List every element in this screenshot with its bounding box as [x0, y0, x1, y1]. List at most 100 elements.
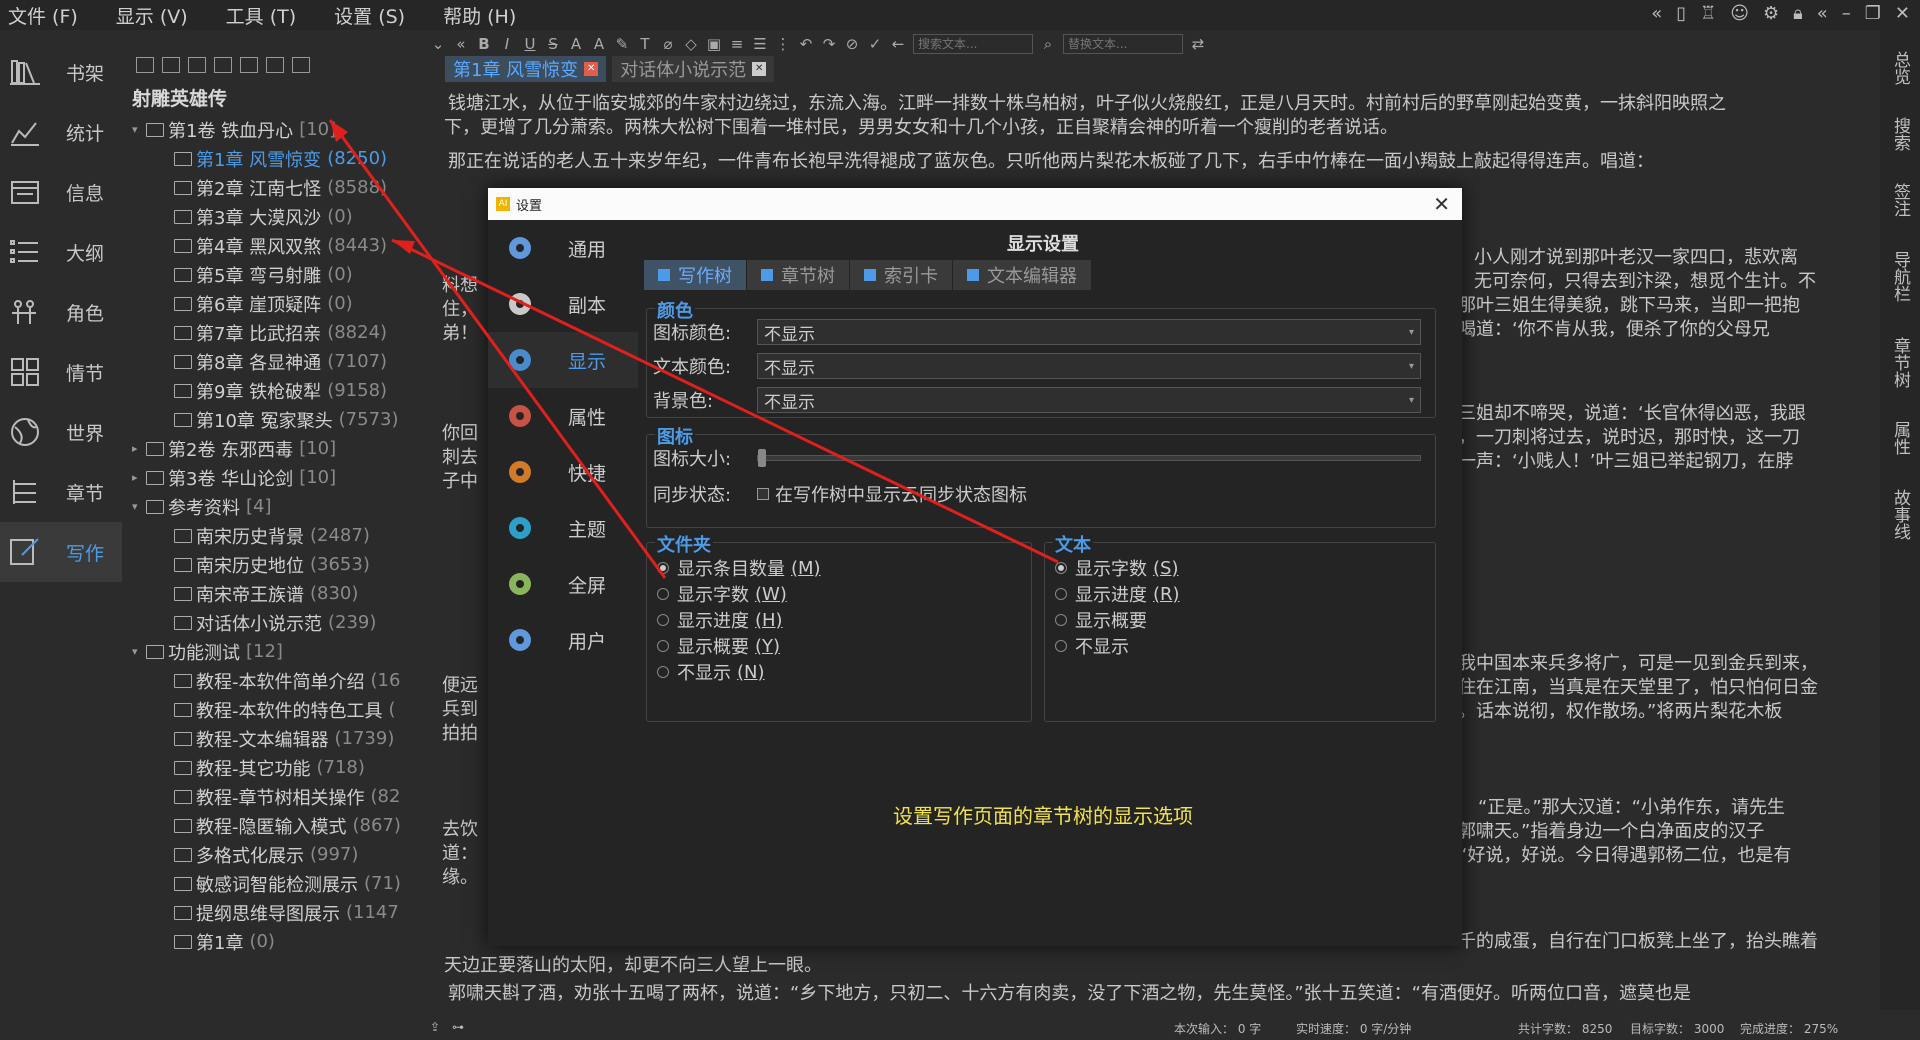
copy-icon[interactable] — [188, 57, 206, 73]
indent-icon[interactable]: ☰ — [752, 35, 768, 53]
bg-color-select[interactable]: 不显示 ▾ — [757, 387, 1421, 413]
settings-nav-3[interactable]: 属性 — [488, 388, 638, 444]
tree-folder[interactable]: ▾ 参考资料 [4] — [128, 492, 418, 521]
settings-tab-2[interactable]: 索引卡 — [850, 260, 953, 290]
radio-dot[interactable] — [1055, 588, 1067, 600]
radio-option[interactable]: 不显示 (N) — [657, 659, 765, 685]
underline-icon[interactable]: U — [522, 35, 538, 53]
radio-option[interactable]: 显示条目数量 (M) — [657, 555, 821, 581]
eye-off-icon[interactable]: ⊘ — [844, 35, 860, 53]
phone-icon[interactable]: ▯ — [1676, 3, 1686, 24]
tree-doc[interactable]: 第7章 比武招亲 (8824) — [128, 318, 418, 347]
radio-option[interactable]: 显示概要 — [1055, 607, 1153, 633]
search-icon[interactable]: ⌕ — [1040, 35, 1056, 53]
user-icon[interactable]: ☺ — [1730, 3, 1749, 24]
right-panel-3[interactable]: 导航栏 — [1880, 238, 1920, 314]
shirt-icon[interactable]: ♖ — [1700, 3, 1716, 24]
tree-doc[interactable]: 教程-文本编辑器 (1739) — [128, 724, 418, 753]
settings-tab-3[interactable]: 文本编辑器 — [953, 260, 1092, 290]
clear-format-icon[interactable]: T — [637, 35, 653, 53]
nav-item-2[interactable]: 信息 — [0, 162, 122, 222]
icon-size-slider[interactable] — [757, 449, 1421, 467]
radio-dot[interactable] — [657, 614, 669, 626]
nav-item-1[interactable]: 统计 — [0, 102, 122, 162]
double-chevron-left-icon[interactable]: « — [453, 35, 469, 53]
tree-folder[interactable]: ▸ 第3卷 华山论剑 [10] — [128, 463, 418, 492]
expand-arrow-icon[interactable]: ▾ — [132, 123, 146, 136]
settings-nav-2[interactable]: 显示 — [488, 332, 638, 388]
strikethrough-icon[interactable]: S — [545, 35, 561, 53]
double-chevron-left-icon[interactable]: « — [1651, 3, 1662, 24]
menu-file[interactable]: 文件 (F) — [0, 2, 90, 29]
tree-doc[interactable]: 南宋历史背景 (2487) — [128, 521, 418, 550]
close-icon[interactable]: ✕ — [752, 62, 767, 76]
tree-doc[interactable]: 南宋历史地位 (3653) — [128, 550, 418, 579]
list-icon[interactable]: ⋮ — [775, 35, 791, 53]
settings-nav-5[interactable]: 主题 — [488, 500, 638, 556]
radio-option[interactable]: 不显示 — [1055, 633, 1135, 659]
nav-item-3[interactable]: 大纲 — [0, 222, 122, 282]
radio-dot[interactable] — [657, 640, 669, 652]
tree-folder[interactable]: ▸ 第2卷 东邪西毒 [10] — [128, 434, 418, 463]
radio-dot[interactable] — [657, 666, 669, 678]
nav-item-4[interactable]: 角色 — [0, 282, 122, 342]
right-panel-2[interactable]: 签注 — [1880, 172, 1920, 228]
tree-doc[interactable]: 教程-隐匿输入模式 (867) — [128, 811, 418, 840]
nav-item-8[interactable]: 写作 — [0, 522, 122, 582]
settings-tab-1[interactable]: 章节树 — [747, 260, 850, 290]
tree-doc[interactable]: 南宋帝王族谱 (830) — [128, 579, 418, 608]
expand-arrow-icon[interactable]: ▾ — [132, 500, 146, 513]
tree-folder[interactable]: ▾ 功能测试 [12] — [128, 637, 418, 666]
menu-help[interactable]: 帮助 (H) — [435, 2, 528, 29]
slider-icon[interactable]: ⊶ — [452, 1020, 464, 1034]
gear-icon[interactable]: ⚙ — [1763, 3, 1779, 24]
restore-icon[interactable]: ❐ — [1865, 3, 1881, 24]
right-panel-4[interactable]: 章节树 — [1880, 324, 1920, 400]
nav-item-5[interactable]: 情节 — [0, 342, 122, 402]
radio-dot[interactable] — [1055, 640, 1067, 652]
replace-input[interactable] — [1063, 34, 1183, 54]
radio-dot[interactable] — [657, 562, 669, 574]
expand-arrow-icon[interactable]: ▾ — [132, 645, 146, 658]
right-panel-1[interactable]: 搜索 — [1880, 106, 1920, 162]
expand-arrow-icon[interactable]: ▸ — [132, 471, 146, 484]
highlight-icon[interactable]: A — [591, 35, 607, 53]
settings-tab-0[interactable]: 写作树 — [644, 260, 747, 290]
menu-view[interactable]: 显示 (V) — [108, 2, 200, 29]
menu-tools[interactable]: 工具 (T) — [218, 2, 308, 29]
spellcheck-icon[interactable]: ✓ — [867, 35, 883, 53]
bold-icon[interactable]: B — [476, 35, 492, 53]
tree-doc[interactable]: 第5章 弯弓射雕 (0) — [128, 260, 418, 289]
settings-nav-0[interactable]: 通用 — [488, 220, 638, 276]
tree-doc[interactable]: 第9章 铁枪破犁 (9158) — [128, 376, 418, 405]
tree-doc[interactable]: 第6章 崖顶疑阵 (0) — [128, 289, 418, 318]
eraser-icon[interactable]: ◇ — [683, 35, 699, 53]
tree-doc[interactable]: 第2章 江南七怪 (8588) — [128, 173, 418, 202]
tree-doc[interactable]: 多格式化展示 (997) — [128, 840, 418, 869]
nav-item-7[interactable]: 章节 — [0, 462, 122, 522]
tree-doc[interactable]: 第1章 风雪惊变 (8250) — [128, 144, 418, 173]
pen-icon[interactable]: ✎ — [614, 35, 630, 53]
font-color-icon[interactable]: A — [568, 35, 584, 53]
settings-nav-6[interactable]: 全屏 — [488, 556, 638, 612]
trash-icon[interactable] — [214, 57, 232, 73]
expand-icon[interactable] — [240, 57, 258, 73]
tab-dialogue-novel[interactable]: 对话体小说示范 ✕ — [612, 56, 775, 82]
radio-option[interactable]: 显示字数 (S) — [1055, 555, 1178, 581]
dialog-close-button[interactable]: ✕ — [1433, 192, 1450, 216]
right-panel-0[interactable]: 总览 — [1880, 40, 1920, 96]
radio-option[interactable]: 显示进度 (H) — [657, 607, 783, 633]
tree-doc[interactable]: 第3章 大漠风沙 (0) — [128, 202, 418, 231]
right-panel-6[interactable]: 故事线 — [1880, 476, 1920, 552]
search-input[interactable] — [913, 34, 1033, 54]
nav-item-0[interactable]: 书架 — [0, 42, 122, 102]
tree-doc[interactable]: 教程-本软件的特色工具( — [128, 695, 418, 724]
radio-option[interactable]: 显示概要 (Y) — [657, 633, 780, 659]
tree-doc[interactable]: 教程-本软件简单介绍 (16 — [128, 666, 418, 695]
text-color-select[interactable]: 不显示 ▾ — [757, 353, 1421, 379]
settings-nav-1[interactable]: 副本 — [488, 276, 638, 332]
tree-doc[interactable]: 敏感词智能检测展示 (71) — [128, 869, 418, 898]
settings-nav-4[interactable]: 快捷 — [488, 444, 638, 500]
new-folder-icon[interactable] — [136, 57, 154, 73]
lock-icon[interactable]: 🔒︎ — [1793, 3, 1803, 24]
